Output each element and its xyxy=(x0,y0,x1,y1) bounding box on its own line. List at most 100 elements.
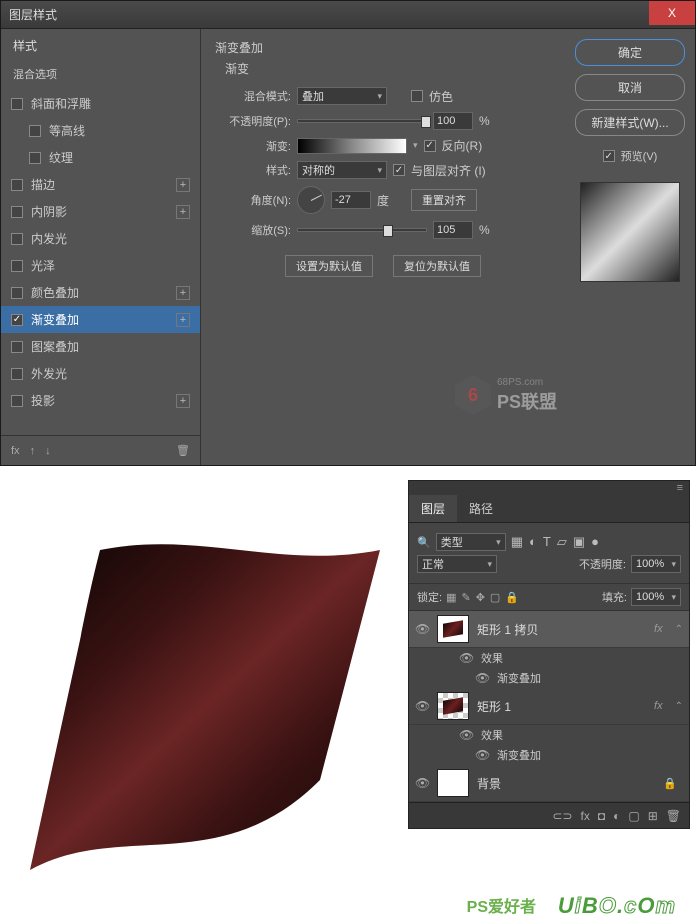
style-item[interactable]: 光泽 xyxy=(1,252,200,279)
reset-align-button[interactable]: 重置对齐 xyxy=(411,189,477,211)
visibility-icon[interactable]: 👁 xyxy=(415,776,429,790)
preview-checkbox[interactable] xyxy=(603,150,615,162)
opacity-dropdown-layers[interactable]: 100%▾ xyxy=(631,555,681,573)
trash-icon[interactable]: 🗑 xyxy=(176,444,190,457)
filter-kind-dropdown[interactable]: 类型▾ xyxy=(436,533,506,551)
style-item[interactable]: 等高线 xyxy=(1,117,200,144)
layer-thumbnail[interactable] xyxy=(437,615,469,643)
style-checkbox[interactable] xyxy=(11,233,23,245)
style-item[interactable]: 内发光 xyxy=(1,225,200,252)
lock-pixels-icon[interactable]: ▦ xyxy=(446,591,456,604)
visibility-icon[interactable]: 👁 xyxy=(415,622,429,636)
filter-adjust-icon[interactable]: ◐ xyxy=(529,534,537,550)
layer-item[interactable]: 👁背景🔒 xyxy=(409,765,689,802)
cancel-button[interactable]: 取消 xyxy=(575,74,685,101)
style-item[interactable]: 渐变叠加+ xyxy=(1,306,200,333)
blend-options-item[interactable]: 混合选项 xyxy=(1,62,200,90)
down-icon[interactable]: ↓ xyxy=(45,445,51,457)
visibility-icon[interactable]: 👁 xyxy=(475,671,489,685)
filter-type-icon[interactable]: T xyxy=(543,534,551,550)
filter-pixel-icon[interactable]: ▦ xyxy=(511,534,523,550)
scale-input[interactable] xyxy=(433,221,473,239)
search-icon[interactable]: 🔍 xyxy=(417,536,431,549)
add-effect-icon[interactable]: + xyxy=(176,313,190,327)
visibility-icon[interactable]: 👁 xyxy=(459,651,473,665)
visibility-icon[interactable]: 👁 xyxy=(459,728,473,742)
panel-drag-bar[interactable]: ≡ xyxy=(409,481,689,495)
lock-position-icon[interactable]: ✥ xyxy=(476,591,485,604)
angle-input[interactable] xyxy=(331,191,371,209)
style-checkbox[interactable] xyxy=(29,125,41,137)
style-checkbox[interactable] xyxy=(29,152,41,164)
dialog-titlebar[interactable]: 图层样式 X xyxy=(1,1,695,29)
effect-row[interactable]: 👁效果 xyxy=(409,725,689,745)
lock-all-icon[interactable]: 🔒 xyxy=(505,591,519,604)
style-checkbox[interactable] xyxy=(11,287,23,299)
style-item[interactable]: 内阴影+ xyxy=(1,198,200,225)
reset-default-button[interactable]: 复位为默认值 xyxy=(393,255,481,277)
effect-row[interactable]: 👁渐变叠加 xyxy=(409,668,689,688)
style-item[interactable]: 图案叠加 xyxy=(1,333,200,360)
tab-paths[interactable]: 路径 xyxy=(457,495,505,522)
add-effect-icon[interactable]: + xyxy=(176,286,190,300)
effect-row[interactable]: 👁效果 xyxy=(409,648,689,668)
close-button[interactable]: X xyxy=(649,1,695,25)
add-effect-icon[interactable]: + xyxy=(176,178,190,192)
filter-smart-icon[interactable]: ▣ xyxy=(573,534,585,550)
style-checkbox[interactable] xyxy=(11,395,23,407)
fx-icon[interactable]: fx xyxy=(581,809,590,823)
tab-layers[interactable]: 图层 xyxy=(409,495,457,522)
panel-menu-icon[interactable]: ≡ xyxy=(677,482,683,494)
group-icon[interactable]: ▢ xyxy=(628,809,639,823)
link-layers-icon[interactable]: ⊂⊃ xyxy=(552,809,572,823)
visibility-icon[interactable]: 👁 xyxy=(415,699,429,713)
scale-slider[interactable] xyxy=(297,228,427,232)
opacity-input[interactable] xyxy=(433,112,473,130)
effect-row[interactable]: 👁渐变叠加 xyxy=(409,745,689,765)
style-item[interactable]: 描边+ xyxy=(1,171,200,198)
ok-button[interactable]: 确定 xyxy=(575,39,685,66)
new-layer-icon[interactable]: ⊞ xyxy=(648,809,658,823)
layer-thumbnail[interactable] xyxy=(437,769,469,797)
up-icon[interactable]: ↑ xyxy=(30,445,36,457)
lock-brush-icon[interactable]: ✎ xyxy=(461,591,470,604)
collapse-icon[interactable]: ⌃ xyxy=(675,701,683,712)
style-checkbox[interactable] xyxy=(11,179,23,191)
style-item[interactable]: 颜色叠加+ xyxy=(1,279,200,306)
layer-thumbnail[interactable] xyxy=(437,692,469,720)
layer-item[interactable]: 👁矩形 1fx⌃ xyxy=(409,688,689,725)
style-item[interactable]: 纹理 xyxy=(1,144,200,171)
collapse-icon[interactable]: ⌃ xyxy=(675,624,683,635)
adjustment-icon[interactable]: ◐ xyxy=(613,809,620,823)
style-item[interactable]: 投影+ xyxy=(1,387,200,414)
lock-artboard-icon[interactable]: ▢ xyxy=(490,591,500,604)
style-checkbox[interactable] xyxy=(11,368,23,380)
gradient-picker[interactable] xyxy=(297,138,407,154)
style-dropdown[interactable]: 对称的▾ xyxy=(297,161,387,179)
mask-icon[interactable]: ◘ xyxy=(598,809,605,823)
set-default-button[interactable]: 设置为默认值 xyxy=(285,255,373,277)
style-item[interactable]: 斜面和浮雕 xyxy=(1,90,200,117)
reverse-checkbox[interactable] xyxy=(424,140,436,152)
new-style-button[interactable]: 新建样式(W)... xyxy=(575,109,685,136)
angle-dial[interactable] xyxy=(297,186,325,214)
delete-layer-icon[interactable]: 🗑 xyxy=(666,809,681,823)
blend-mode-dropdown[interactable]: 叠加▾ xyxy=(297,87,387,105)
style-checkbox[interactable] xyxy=(11,260,23,272)
style-checkbox[interactable] xyxy=(11,206,23,218)
style-item[interactable]: 外发光 xyxy=(1,360,200,387)
style-checkbox[interactable] xyxy=(11,98,23,110)
opacity-slider[interactable] xyxy=(297,119,427,123)
blend-mode-dropdown-layers[interactable]: 正常▾ xyxy=(417,555,497,573)
visibility-icon[interactable]: 👁 xyxy=(475,748,489,762)
add-effect-icon[interactable]: + xyxy=(176,394,190,408)
dither-checkbox[interactable] xyxy=(411,90,423,102)
add-effect-icon[interactable]: + xyxy=(176,205,190,219)
filter-toggle-icon[interactable]: ● xyxy=(591,534,599,550)
fill-dropdown[interactable]: 100%▾ xyxy=(631,588,681,606)
filter-shape-icon[interactable]: ▱ xyxy=(557,534,567,550)
style-checkbox[interactable] xyxy=(11,314,23,326)
fx-menu-icon[interactable]: fx xyxy=(11,445,20,457)
align-checkbox[interactable] xyxy=(393,164,405,176)
style-checkbox[interactable] xyxy=(11,341,23,353)
